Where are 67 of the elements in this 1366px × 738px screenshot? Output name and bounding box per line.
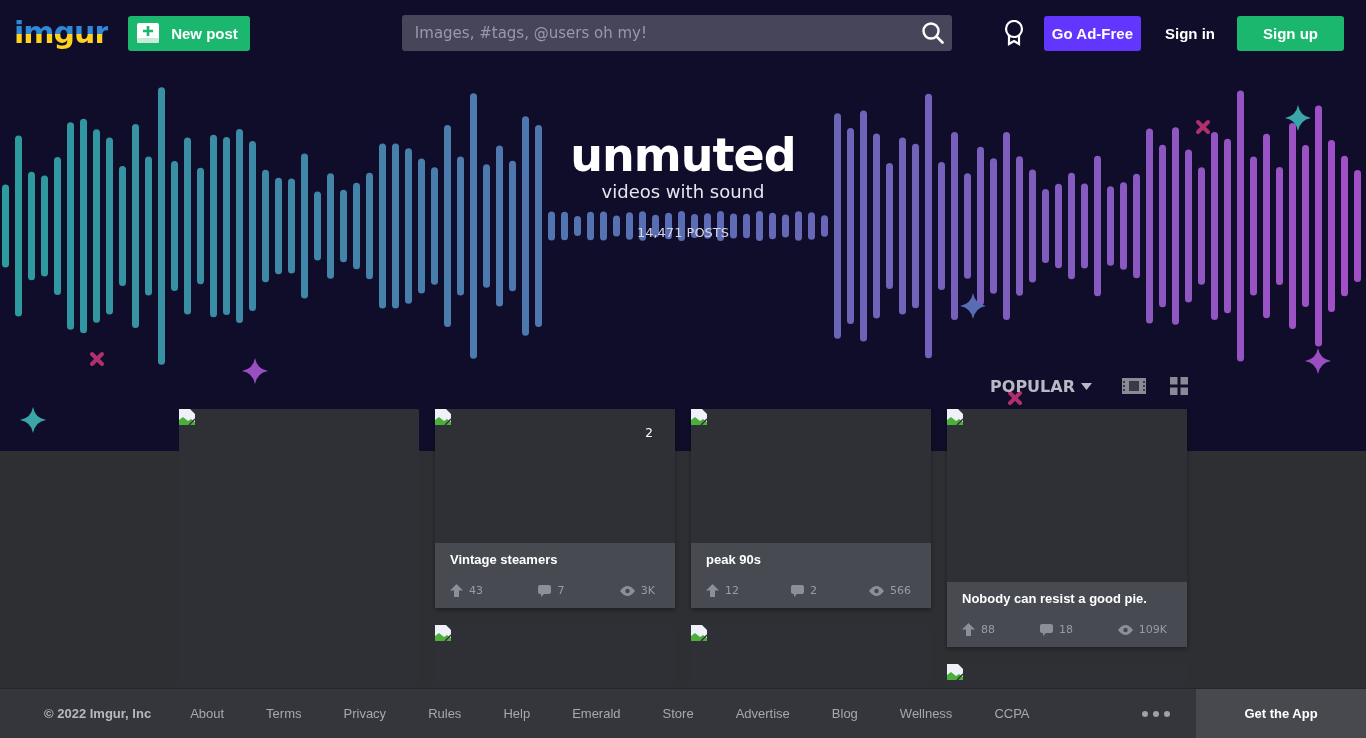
footer-link[interactable]: About	[190, 706, 225, 721]
upvote-icon[interactable]	[706, 584, 719, 597]
upvote-icon[interactable]	[450, 584, 463, 597]
comment-count: 2	[810, 584, 817, 597]
sparkle-icon	[20, 407, 46, 433]
broken-image-icon	[691, 409, 707, 425]
broken-image-icon	[435, 625, 451, 641]
footer-link[interactable]: Store	[662, 706, 694, 721]
plus-icon	[137, 23, 160, 43]
upvote-count: 12	[725, 584, 739, 597]
post-title: Nobody can resist a good pie.	[962, 591, 1148, 607]
broken-image-icon	[947, 664, 963, 680]
broken-image-icon	[947, 409, 963, 425]
footer-link[interactable]: Rules	[428, 706, 462, 721]
eye-icon	[869, 585, 884, 596]
footer-link[interactable]: CCPA	[994, 706, 1030, 721]
footer-link[interactable]: Help	[503, 706, 531, 721]
caret-icon	[1081, 382, 1092, 390]
view-count: 109K	[1138, 623, 1167, 636]
post-card[interactable]: peak 90s 12 2 566	[691, 409, 931, 608]
footer-link[interactable]: Emerald	[572, 706, 621, 721]
broken-image-icon	[179, 409, 195, 425]
more-icon[interactable]	[1142, 710, 1170, 717]
grid-icon[interactable]	[1170, 377, 1188, 395]
broken-image-icon	[435, 409, 451, 425]
ribbon-icon[interactable]	[1003, 20, 1024, 46]
upvote-count: 43	[469, 584, 483, 597]
cross-icon	[1196, 120, 1210, 134]
view-count: 3K	[640, 584, 655, 597]
eye-icon	[619, 585, 635, 596]
tag-subtitle: videos with sound	[601, 181, 765, 203]
eye-icon	[1117, 624, 1133, 635]
comment-icon	[791, 584, 804, 597]
sparkle-icon	[1305, 348, 1331, 374]
footer-link[interactable]: Wellness	[899, 706, 953, 721]
footer-link[interactable]: Blog	[831, 706, 858, 721]
broken-image-icon	[691, 625, 707, 641]
upvote-icon[interactable]	[962, 623, 975, 636]
upvote-count: 88	[981, 623, 995, 636]
sign-in-link[interactable]: Sign in	[1165, 24, 1215, 42]
copyright-text: © 2022 Imgur, Inc	[44, 706, 152, 721]
post-card[interactable]: Nobody can resist a good pie. 88 18 109K	[947, 409, 1187, 647]
footer-link[interactable]: Advertise	[735, 706, 790, 721]
go-ad-free-button[interactable]: Go Ad-Free	[1043, 15, 1141, 51]
view-count: 566	[890, 584, 911, 597]
tag-title: unmuted	[570, 129, 796, 181]
comment-count: 7	[557, 584, 565, 597]
comment-icon	[1039, 623, 1053, 636]
cross-icon	[1008, 391, 1022, 405]
comment-icon	[538, 584, 552, 597]
get-the-app-button[interactable]: Get the App	[1196, 688, 1366, 738]
footer-link[interactable]: Privacy	[343, 706, 387, 721]
comment-count: 18	[1058, 623, 1073, 636]
post-card[interactable]: 2 Vintage steamers 43 7 3K	[435, 409, 675, 608]
image-count: 2	[645, 426, 653, 440]
sort-dropdown[interactable]: POPULAR	[990, 376, 1092, 396]
sparkle-icon	[1285, 105, 1311, 131]
search-field[interactable]: Images, #tags, @users oh my!	[401, 15, 952, 51]
search-input[interactable]: Images, #tags, @users oh my!	[412, 23, 922, 43]
footer-link[interactable]: Terms	[266, 706, 302, 721]
search-icon[interactable]	[921, 22, 944, 44]
sparkle-icon	[960, 293, 986, 319]
sparkle-icon	[242, 358, 268, 384]
film-strip-icon[interactable]	[1122, 378, 1146, 394]
cross-icon	[90, 352, 104, 366]
post-title: peak 90s	[706, 552, 762, 568]
post-title: Vintage steamers	[450, 552, 559, 568]
